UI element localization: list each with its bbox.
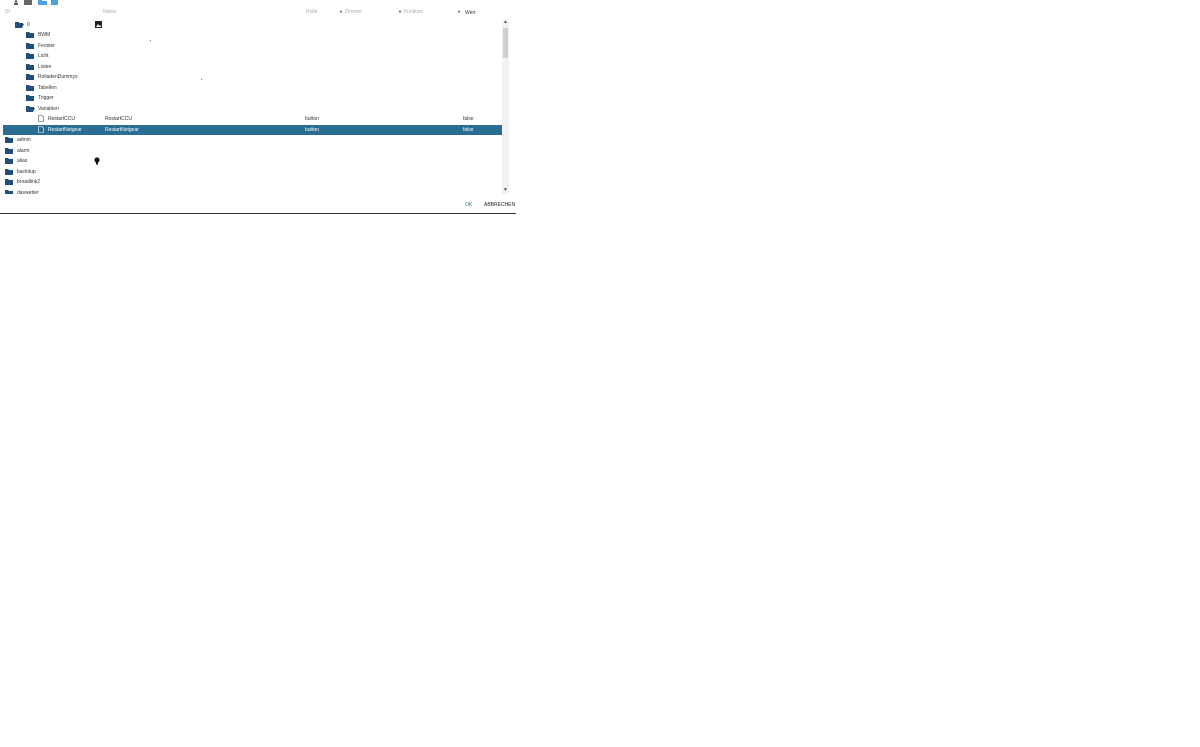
tree-row-adapter[interactable]: alarm (3, 146, 502, 156)
state-value: false (463, 127, 474, 133)
rolle-filter-dropdown-icon[interactable]: ▼ (339, 9, 343, 14)
state-role: button (305, 116, 319, 122)
column-id[interactable]: ID (5, 9, 10, 15)
tree-label: Listen (38, 64, 52, 70)
funktion-filter-dropdown-icon[interactable]: ▼ (457, 9, 461, 14)
state-name: RestartCCU (105, 116, 132, 122)
tree-label: Tabellen (38, 85, 57, 91)
column-rolle[interactable]: Rolle (306, 9, 317, 15)
tree-row-folder[interactable]: Licht (3, 51, 502, 61)
tree-row-adapter[interactable]: admin (3, 135, 502, 145)
stray-pixel (150, 40, 151, 41)
folder-blue-icon[interactable] (51, 0, 58, 7)
tree-row-folder[interactable]: Tabellen (3, 83, 502, 93)
tree-row-folder[interactable]: Trigger (3, 93, 502, 103)
tree-row-folder[interactable]: Fenster (3, 41, 502, 51)
state-id: RestartNetgear (48, 127, 82, 133)
tree-row-folder-open[interactable]: Variablen (3, 104, 502, 114)
ok-button[interactable]: OK (465, 202, 472, 208)
tree-label: RolladenDummys (38, 74, 78, 80)
cancel-button[interactable]: ABBRECHEN (484, 202, 515, 208)
tree-label: alarm (17, 148, 30, 154)
state-value: false (463, 116, 474, 122)
tree-label: Fenster (38, 43, 55, 49)
tree-row-adapter[interactable]: backitup (3, 167, 502, 177)
tree-row-adapter[interactable]: alias (3, 156, 502, 166)
tree-label: daswetter (17, 190, 39, 194)
tree-label: backitup (17, 169, 36, 175)
tree-row-state-selected[interactable]: RestartNetgear RestartNetgear button fal… (3, 125, 502, 135)
tree-row-root[interactable]: 0 (3, 20, 502, 30)
state-role: button (305, 127, 319, 133)
state-name: RestartNetgear (105, 127, 139, 133)
tree-label: Variablen (38, 106, 59, 112)
zimmer-filter-dropdown-icon[interactable]: ▼ (398, 9, 402, 14)
tree-row-folder[interactable]: Listen (3, 62, 502, 72)
stray-pixel (201, 79, 202, 80)
tree-row-adapter[interactable]: daswetter (3, 188, 502, 194)
column-wert[interactable]: Wert (465, 10, 475, 16)
folder-open-icon[interactable] (38, 0, 47, 7)
tree-label: admin (17, 137, 31, 143)
scroll-up-icon[interactable]: ▲ (503, 20, 508, 25)
table-header: ID Name Rolle ▼ Zimmer ▼ Funktion ▼ Wert (3, 9, 501, 17)
tree-label: broadlink2 (17, 179, 41, 185)
tree-label: Licht (38, 53, 49, 59)
tree-label: alias (17, 158, 28, 164)
folder-closed-icon[interactable] (24, 0, 32, 7)
folder-icon (5, 190, 13, 194)
tree-scrollbar[interactable]: ▲ ▼ (502, 20, 509, 194)
column-zimmer[interactable]: Zimmer (345, 9, 362, 15)
column-name[interactable]: Name (103, 9, 116, 15)
object-tree: 0 BWM Fenster Licht Listen RolladenDummy… (3, 20, 502, 194)
scroll-down-icon[interactable]: ▼ (503, 188, 508, 193)
scrollbar-thumb[interactable] (503, 28, 508, 58)
column-funktion[interactable]: Funktion (404, 9, 423, 15)
tree-row-adapter[interactable]: broadlink2 (3, 177, 502, 187)
tree-row-state[interactable]: RestartCCU RestartCCU button false (3, 114, 502, 124)
tree-label: 0 (27, 22, 30, 28)
tree-label: Trigger (38, 95, 54, 101)
tree-label: BWM (38, 32, 51, 38)
tree-row-folder[interactable]: RolladenDummys (3, 72, 502, 82)
state-id: RestartCCU (48, 116, 75, 122)
object-browser-dialog: ID Name Rolle ▼ Zimmer ▼ Funktion ▼ Wert… (0, 0, 516, 214)
user-icon[interactable] (13, 0, 19, 7)
tree-row-folder[interactable]: BWM (3, 30, 502, 40)
dialog-bottom-border (0, 213, 516, 214)
